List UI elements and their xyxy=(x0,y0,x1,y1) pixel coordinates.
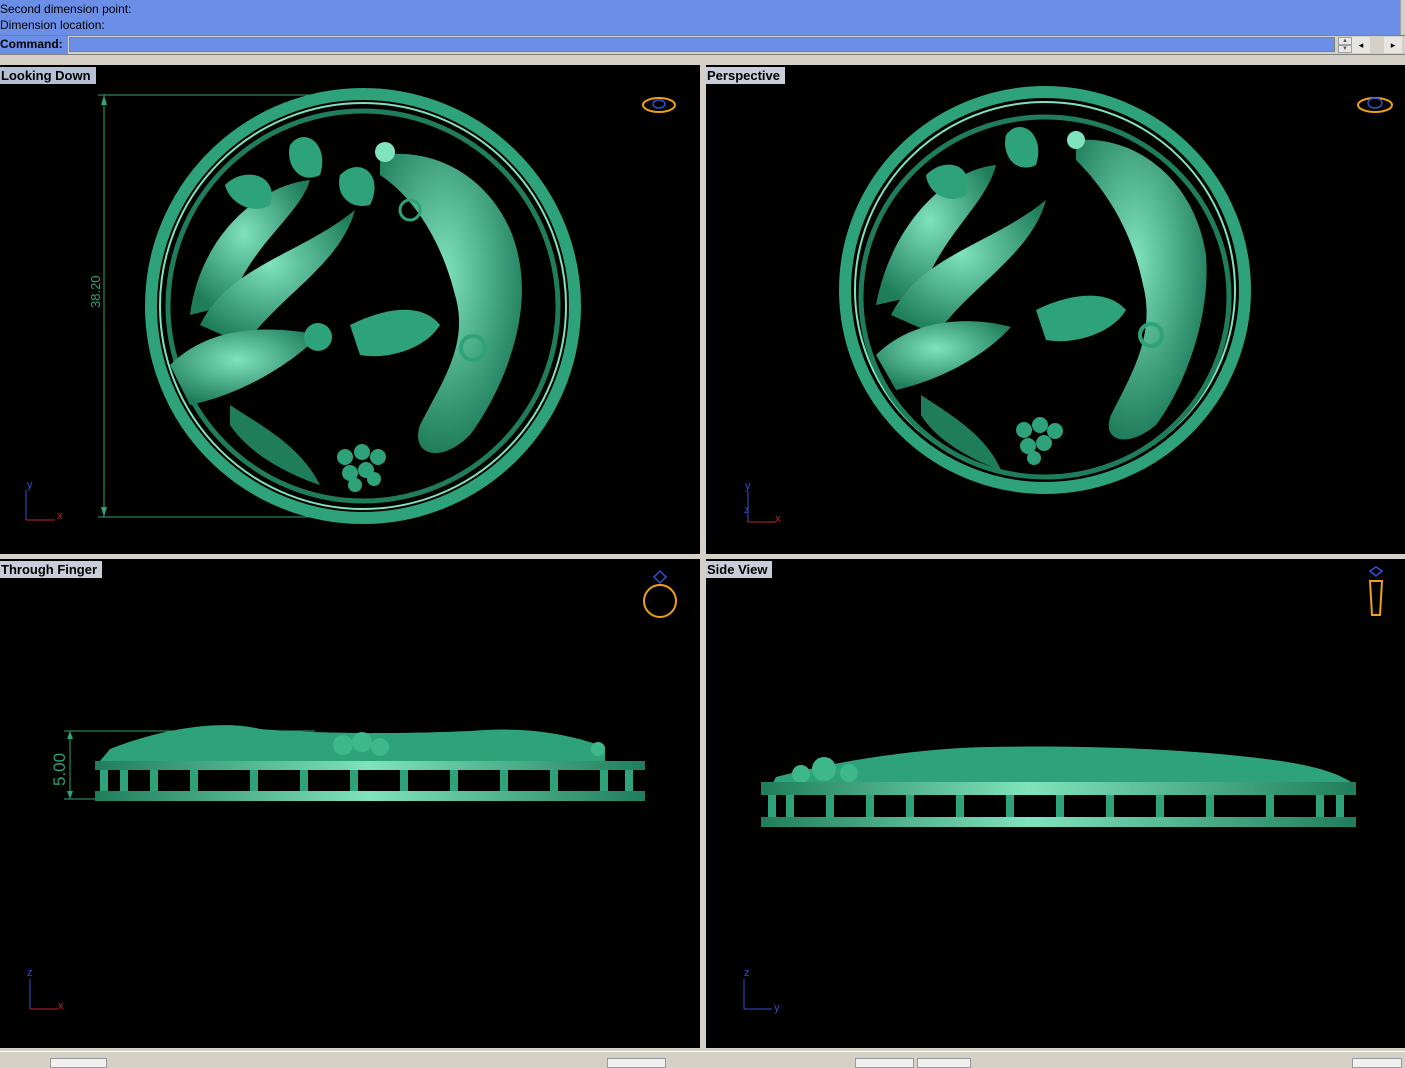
spin-up-icon[interactable]: ▲ xyxy=(1338,37,1352,45)
spin-down-icon[interactable]: ▼ xyxy=(1338,45,1352,53)
axis-label-z: z xyxy=(744,967,750,979)
viewport-label[interactable]: Perspective xyxy=(706,67,785,84)
ring-side-view-icon[interactable] xyxy=(1368,566,1384,616)
scroll-left-button[interactable]: ◂ xyxy=(1352,37,1370,53)
ring-front-view-icon[interactable] xyxy=(643,569,677,618)
status-cell[interactable] xyxy=(855,1058,914,1068)
history-line: Second dimension point: xyxy=(0,2,132,16)
axis-label-z: z xyxy=(744,505,749,516)
viewport-label[interactable]: Looking Down xyxy=(0,67,96,84)
viewport-label[interactable]: Side View xyxy=(706,561,773,578)
viewport-through-finger[interactable]: Through Finger 5.00 z x xyxy=(0,559,700,1048)
looking-down-render xyxy=(25,88,676,524)
axis-label-y: y xyxy=(774,1002,780,1014)
status-cell[interactable] xyxy=(1352,1058,1402,1068)
axis-label-x: x xyxy=(775,513,781,525)
command-history: Second dimension point: Dimension locati… xyxy=(0,0,1401,35)
axis-label-y: y xyxy=(27,479,33,491)
command-bar: Command: ▲ ▼ ◂ ▸ xyxy=(0,35,1405,55)
status-cell[interactable] xyxy=(50,1058,107,1068)
axis-label-z: z xyxy=(27,967,33,979)
viewport-area: Looking Down 38.20 y x Perspective y z x… xyxy=(0,62,1405,1051)
axis-label-x: x xyxy=(58,1000,64,1012)
side-view-render xyxy=(743,566,1384,1010)
viewport-looking-down[interactable]: Looking Down 38.20 y x xyxy=(0,65,700,554)
through-finger-render xyxy=(29,569,677,1010)
history-scroll-spinner[interactable]: ▲ ▼ xyxy=(1338,37,1352,53)
command-label: Command: xyxy=(0,36,68,54)
viewport-side-view[interactable]: Side View z y xyxy=(706,559,1405,1048)
dimension-value: 5.00 xyxy=(50,752,69,786)
ring-perspective-icon[interactable] xyxy=(1357,97,1393,113)
perspective-render xyxy=(747,86,1393,523)
status-cell[interactable] xyxy=(607,1058,666,1068)
ring-top-view-icon[interactable] xyxy=(642,97,676,113)
dimension-value: 38.20 xyxy=(88,275,103,308)
status-bar xyxy=(0,1051,1405,1068)
axis-label-y: y xyxy=(745,480,751,492)
scroll-right-button[interactable]: ▸ xyxy=(1384,37,1402,53)
command-input[interactable] xyxy=(69,37,1335,52)
viewport-label[interactable]: Through Finger xyxy=(0,561,103,578)
viewport-perspective[interactable]: Perspective y z x xyxy=(706,65,1405,554)
status-cell[interactable] xyxy=(917,1058,971,1068)
axis-label-x: x xyxy=(57,510,63,522)
history-line: Dimension location: xyxy=(0,18,105,32)
